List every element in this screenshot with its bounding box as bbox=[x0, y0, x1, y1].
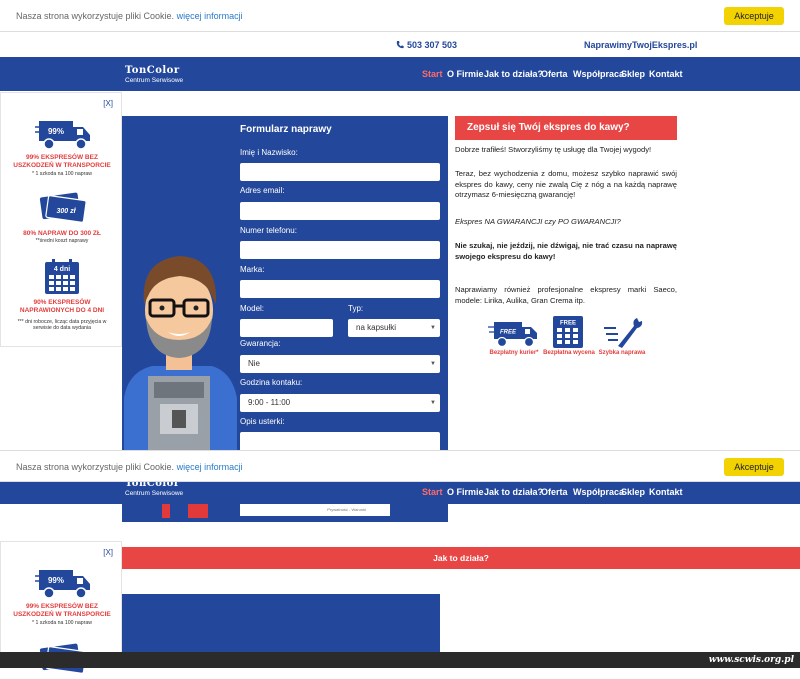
form-panel-tail: Prywatność - Warunki bbox=[122, 504, 448, 522]
warranty-label: Gwarancja: bbox=[240, 339, 281, 348]
feature-free-courier: Bezpłatny kurier* bbox=[489, 350, 539, 356]
nav-item-o-firmie[interactable]: O Firmie bbox=[447, 487, 484, 497]
content-block bbox=[122, 594, 440, 652]
cookie-bar: Nasza strona wykorzystuje pliki Cookie. … bbox=[0, 0, 800, 32]
info-headline: Zepsuł się Twój ekspres do kawy? bbox=[455, 116, 677, 140]
svg-text:99%: 99% bbox=[48, 127, 64, 136]
feature-fast-repair: Szybka naprawa bbox=[598, 350, 646, 356]
cookie-accept-button[interactable]: Akceptuje bbox=[724, 7, 784, 25]
type-select[interactable]: na kapsułki ▼ bbox=[348, 319, 440, 337]
cookie-more-link[interactable]: więcej informacji bbox=[177, 462, 243, 472]
cookie-more-link[interactable]: więcej informacji bbox=[177, 11, 243, 21]
money-icon-graphic: 300 zł bbox=[39, 189, 87, 228]
info-paragraph-3: Ekspres NA GWARANCJI czy PO GWARANCJI? bbox=[455, 217, 621, 226]
type-label: Typ: bbox=[348, 304, 364, 313]
info-paragraph-4: Nie szukaj, nie jeździj, nie dźwigaj, ni… bbox=[455, 241, 677, 261]
svg-text:99%: 99% bbox=[48, 576, 64, 585]
info-paragraph-2: Teraz, bez wychodzenia z domu, możesz sz… bbox=[455, 169, 677, 199]
nav-item-jak-to-dziala[interactable]: Jak to działa? bbox=[484, 487, 543, 497]
nav-item-sklep[interactable]: Sklep bbox=[621, 487, 645, 497]
feature-free-estimate: Bezpłatna wycena bbox=[543, 350, 595, 356]
nav-item-oferta[interactable]: Oferta bbox=[541, 69, 568, 79]
email-label: Adres email: bbox=[240, 186, 285, 195]
svg-text:FREE: FREE bbox=[560, 321, 576, 327]
promo-panel-repeat: [X] 99% 99% EKSPRESÓW BEZ USZKODZEŃ W TR… bbox=[0, 541, 122, 674]
free-calculator-icon: FREE bbox=[552, 315, 584, 354]
nav-item-jak-to-dziala[interactable]: Jak to działa? bbox=[484, 69, 543, 79]
nav-item-wspolpraca[interactable]: Współpraca bbox=[573, 487, 624, 497]
hours-select[interactable]: 9:00 - 11:00 ▼ bbox=[240, 394, 440, 412]
cookie-bar-repeat: Nasza strona wykorzystuje pliki Cookie. … bbox=[0, 450, 800, 482]
info-paragraph-5: Naprawiamy również profesjonalne ekspres… bbox=[455, 285, 677, 305]
logo[interactable]: TonColor Centrum Serwisowe bbox=[125, 65, 191, 85]
technician-illustration bbox=[122, 248, 237, 455]
promo-title-transport: 99% EKSPRESÓW BEZ USZKODZEŃ W TRANSPORCI… bbox=[13, 603, 111, 618]
promo-note-time: *** dni robocze, licząc data przyjęcia w… bbox=[17, 319, 107, 331]
chevron-down-icon: ▼ bbox=[430, 361, 436, 367]
nav-item-sklep[interactable]: Sklep bbox=[621, 69, 645, 79]
email-field[interactable] bbox=[240, 202, 440, 220]
promo-note-transport: * 1 szkoda na 100 napraw bbox=[32, 620, 92, 626]
promo-close-button[interactable]: [X] bbox=[103, 99, 113, 108]
recaptcha-box[interactable]: Prywatność - Warunki bbox=[240, 504, 390, 516]
truck-icon: 99% bbox=[35, 568, 93, 605]
model-field[interactable] bbox=[240, 319, 333, 337]
nav-item-o-firmie[interactable]: O Firmie bbox=[447, 69, 484, 79]
main-nav: TonColor Centrum Serwisowe Start O Firmi… bbox=[0, 57, 800, 91]
warranty-select[interactable]: Nie ▼ bbox=[240, 355, 440, 373]
nav-item-oferta[interactable]: Oferta bbox=[541, 487, 568, 497]
chevron-down-icon: ▼ bbox=[430, 400, 436, 406]
model-label: Model: bbox=[240, 304, 265, 313]
issue-textarea[interactable] bbox=[240, 432, 440, 450]
nav-item-wspolpraca[interactable]: Współpraca bbox=[573, 69, 624, 79]
chevron-down-icon: ▼ bbox=[430, 325, 436, 331]
main-nav-repeat: TonColor Centrum Serwisowe Start O Firmi… bbox=[0, 482, 800, 504]
info-paragraph-1: Dobrze trafiłeś! Stworzyliśmy tę usługę … bbox=[455, 145, 652, 154]
promo-title-time: 90% EKSPRESÓW NAPRAWIONYCH DO 4 DNI bbox=[19, 299, 105, 314]
phone-field[interactable] bbox=[240, 241, 440, 259]
phone-label: Numer telefonu: bbox=[240, 226, 297, 235]
svg-text:300 zł: 300 zł bbox=[56, 208, 76, 215]
svg-text:FREE: FREE bbox=[500, 330, 517, 336]
promo-title-transport: 99% EKSPRESÓW BEZ USZKODZEŃ W TRANSPORCI… bbox=[13, 154, 111, 169]
svg-text:4 dni: 4 dni bbox=[54, 266, 70, 273]
brand-field[interactable] bbox=[240, 280, 440, 298]
promo-close-button[interactable]: [X] bbox=[103, 548, 113, 557]
how-it-works-heading: Jak to działa? bbox=[122, 547, 800, 569]
phone-number[interactable]: 503 307 503 bbox=[407, 40, 457, 50]
issue-label: Opis usterki: bbox=[240, 417, 285, 426]
contact-bar: 503 307 503 NaprawimyTwojEkspres.pl bbox=[0, 32, 800, 57]
promo-title-price: 80% NAPRAW DO 300 ZŁ bbox=[23, 230, 101, 237]
brand-label: Marka: bbox=[240, 265, 265, 274]
repair-form-panel: Formularz naprawy Imię i Nazwisko: Adres… bbox=[122, 116, 448, 450]
cookie-accept-button[interactable]: Akceptuje bbox=[724, 458, 784, 476]
name-label: Imię i Nazwisko: bbox=[240, 148, 298, 157]
promo-note-price: **średni koszt naprawy bbox=[35, 238, 89, 244]
free-truck-icon: FREE bbox=[488, 319, 540, 354]
phone-icon bbox=[396, 40, 404, 51]
website-link[interactable]: NaprawimyTwojEkspres.pl bbox=[584, 40, 697, 50]
calendar-icon: 4 dni bbox=[44, 259, 80, 300]
logo[interactable]: TonColor Centrum Serwisowe bbox=[125, 482, 191, 498]
cookie-message: Nasza strona wykorzystuje pliki Cookie. … bbox=[16, 11, 243, 21]
cookie-message: Nasza strona wykorzystuje pliki Cookie. … bbox=[16, 462, 243, 472]
form-title: Formularz naprawy bbox=[240, 124, 332, 135]
nav-item-kontakt[interactable]: Kontakt bbox=[649, 69, 683, 79]
name-field[interactable] bbox=[240, 163, 440, 181]
nav-item-kontakt[interactable]: Kontakt bbox=[649, 487, 683, 497]
nav-item-start[interactable]: Start bbox=[422, 487, 443, 497]
watermark: www.scwis.org.pl bbox=[0, 652, 800, 668]
truck-icon: 99% bbox=[35, 119, 93, 156]
promo-note-transport: * 1 szkoda na 100 napraw bbox=[32, 171, 92, 177]
hours-label: Godzina kontaku: bbox=[240, 378, 303, 387]
promo-panel: [X] 99% 99% EKSPRESÓW BEZ USZKODZEŃ W TR… bbox=[0, 92, 122, 347]
nav-item-start[interactable]: Start bbox=[422, 69, 443, 79]
